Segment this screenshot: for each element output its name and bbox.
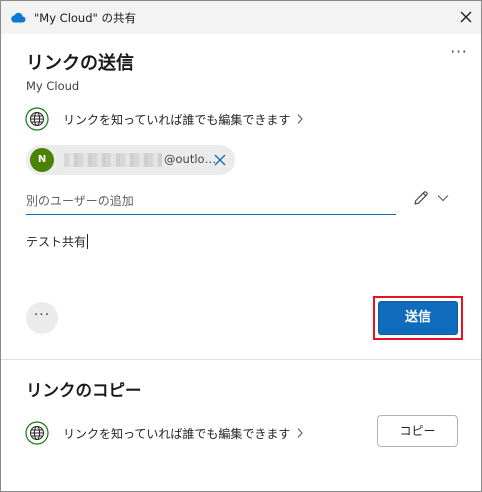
send-options-button[interactable]: ···: [26, 302, 58, 334]
send-link-heading: リンクの送信: [26, 53, 134, 74]
share-dialog: "My Cloud" の共有 リンクの送信 My Cloud ··· リンクを知…: [0, 0, 482, 492]
message-field[interactable]: テスト共有: [26, 233, 89, 250]
avatar: N: [30, 148, 54, 172]
chevron-right-icon: [297, 428, 304, 438]
message-text: テスト共有: [26, 235, 87, 249]
more-options-button[interactable]: ···: [447, 45, 471, 64]
link-permission-text: リンクを知っていれば誰でも編集できます: [63, 112, 291, 127]
chevron-down-icon[interactable]: [437, 194, 449, 202]
redacted-email-local-part: [64, 153, 162, 167]
title-bar: "My Cloud" の共有: [1, 1, 481, 34]
copy-button[interactable]: コピー: [377, 415, 458, 447]
window-title: "My Cloud" の共有: [34, 11, 136, 25]
item-name: My Cloud: [26, 79, 80, 93]
recipient-email: @outlo…: [164, 152, 217, 166]
add-user-input[interactable]: [26, 187, 396, 215]
globe-icon: [25, 107, 49, 131]
pencil-icon[interactable]: [412, 189, 430, 207]
remove-recipient-icon[interactable]: [212, 152, 228, 168]
copy-link-heading: リンクのコピー: [26, 381, 142, 400]
close-icon: [460, 11, 472, 23]
chevron-right-icon: [297, 114, 304, 124]
share-panel: リンクの送信 My Cloud ··· リンクを知っていれば誰でも編集できます …: [1, 34, 481, 491]
recipient-chip: N @outlo…: [26, 145, 235, 175]
link-settings-button[interactable]: リンクを知っていれば誰でも編集できます: [25, 106, 304, 132]
section-divider: [1, 359, 481, 360]
link-permission-text: リンクを知っていれば誰でも編集できます: [63, 426, 291, 441]
copy-link-settings-button[interactable]: リンクを知っていれば誰でも編集できます: [25, 420, 304, 446]
globe-icon: [25, 421, 49, 445]
send-button[interactable]: 送信: [378, 301, 458, 335]
close-button[interactable]: [453, 5, 479, 29]
text-cursor: [87, 234, 89, 249]
cloud-icon: [11, 12, 26, 23]
